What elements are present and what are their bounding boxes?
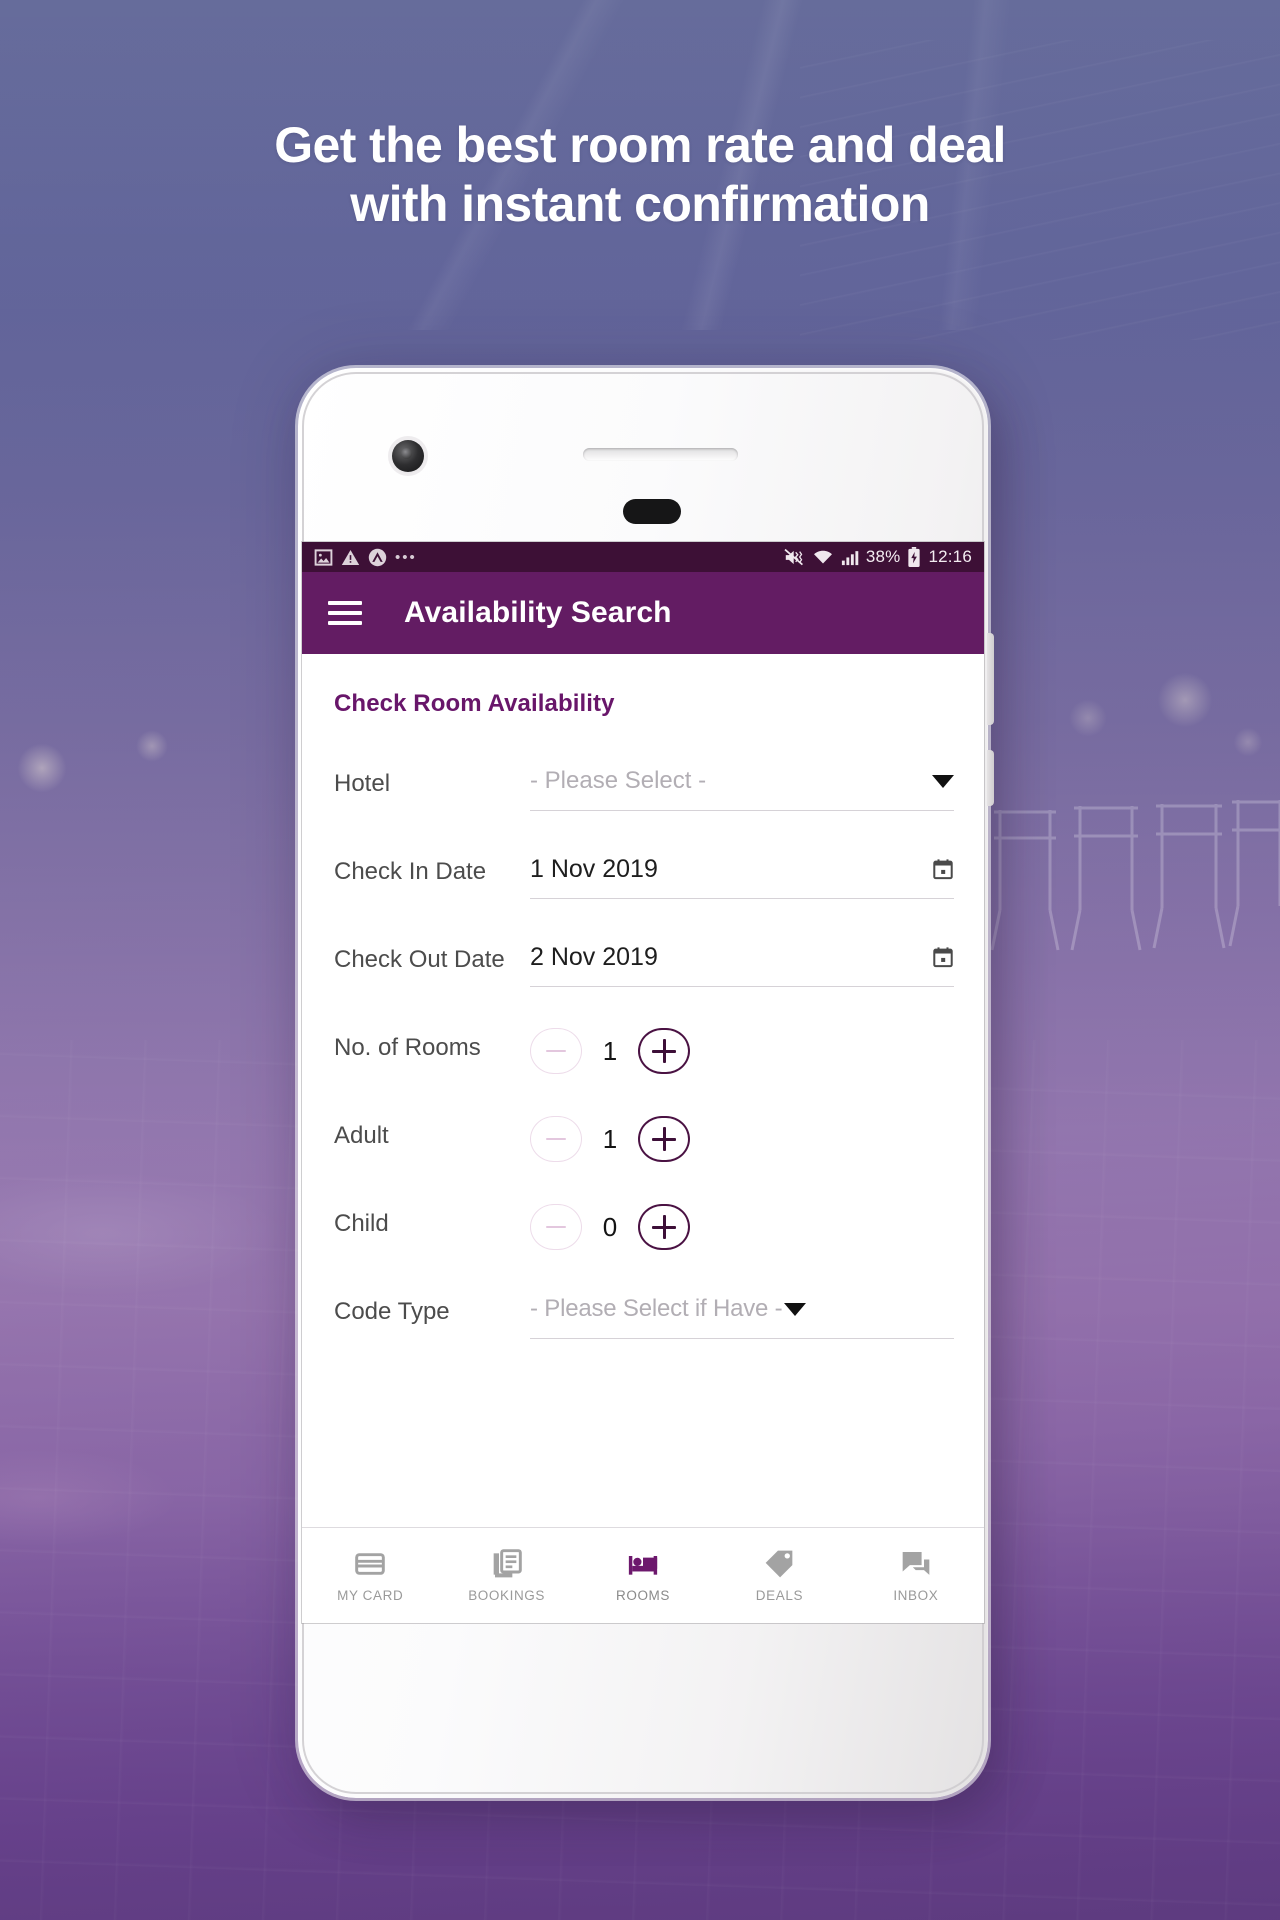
field-label-code-type: Code Type bbox=[334, 1298, 450, 1325]
battery-percent-label: 38% bbox=[865, 547, 901, 566]
status-bar-left: ••• bbox=[314, 548, 417, 567]
adult-increment-button[interactable] bbox=[638, 1116, 690, 1162]
sensor-pill bbox=[623, 499, 681, 524]
nav-label-rooms: ROOMS bbox=[616, 1588, 671, 1603]
chevron-down-icon bbox=[932, 774, 954, 788]
status-overflow-dots: ••• bbox=[395, 548, 417, 566]
nav-label-bookings: BOOKINGS bbox=[468, 1588, 546, 1603]
form-row-child: Child 0 bbox=[334, 1204, 954, 1282]
hotel-select[interactable]: - Please Select - bbox=[530, 764, 954, 811]
field-label-child: Child bbox=[334, 1210, 389, 1237]
phone-mockup: ••• 38% 12:16 Availability Search Check … bbox=[298, 368, 994, 1798]
adult-count-value: 1 bbox=[602, 1123, 618, 1154]
phone-screen: ••• 38% 12:16 Availability Search Check … bbox=[302, 542, 984, 1623]
form-row-hotel: Hotel - Please Select - bbox=[334, 764, 954, 842]
hotel-select-value: - Please Select - bbox=[530, 767, 707, 794]
credit-card-icon bbox=[355, 1553, 386, 1575]
rooms-count-value: 1 bbox=[602, 1035, 618, 1066]
nav-label-my-card: MY CARD bbox=[337, 1588, 404, 1603]
earpiece-speaker bbox=[583, 448, 738, 461]
nav-label-inbox: INBOX bbox=[893, 1588, 939, 1603]
code-type-select-value: - Please Select if Have - bbox=[530, 1295, 783, 1322]
clock-label: 12:16 bbox=[928, 547, 972, 566]
adult-stepper: 1 bbox=[530, 1116, 954, 1162]
caret-up-circle-icon bbox=[368, 548, 387, 566]
nav-item-my-card[interactable]: MY CARD bbox=[302, 1548, 438, 1603]
signal-bars-icon bbox=[841, 551, 859, 566]
rooms-decrement-button[interactable] bbox=[530, 1028, 582, 1074]
check-in-date-input[interactable]: 1 Nov 2019 bbox=[530, 852, 954, 899]
check-out-date-value: 2 Nov 2019 bbox=[530, 942, 658, 971]
image-icon bbox=[314, 548, 333, 566]
chat-icon bbox=[902, 1552, 930, 1575]
front-camera-icon bbox=[392, 440, 424, 472]
nav-item-rooms[interactable]: ROOMS bbox=[575, 1548, 711, 1603]
field-label-no-of-rooms: No. of Rooms bbox=[334, 1034, 481, 1061]
field-label-check-out-date: Check Out Date bbox=[334, 946, 505, 973]
check-out-date-input[interactable]: 2 Nov 2019 bbox=[530, 940, 954, 987]
child-stepper: 0 bbox=[530, 1204, 954, 1250]
field-label-check-in-date: Check In Date bbox=[334, 858, 487, 885]
bed-icon bbox=[628, 1556, 658, 1575]
app-bar: Availability Search bbox=[302, 572, 984, 654]
book-icon bbox=[493, 1549, 522, 1578]
status-bar: ••• 38% 12:16 bbox=[302, 542, 984, 572]
mute-vibrate-icon bbox=[784, 548, 803, 565]
background-chairs bbox=[990, 800, 1280, 951]
page-title: Get the best room rate and deal with ins… bbox=[0, 116, 1280, 234]
field-label-hotel: Hotel bbox=[334, 770, 391, 797]
chevron-down-icon bbox=[784, 1302, 807, 1316]
volume-button[interactable] bbox=[987, 750, 994, 806]
nav-label-deals: DEALS bbox=[755, 1588, 804, 1603]
form-row-adult: Adult 1 bbox=[334, 1116, 954, 1194]
form-row-check-out-date: Check Out Date 2 Nov 2019 bbox=[334, 940, 954, 1018]
form-row-code-type: Code Type - Please Select if Have - bbox=[334, 1292, 954, 1370]
battery-charging-icon bbox=[908, 547, 921, 567]
form-row-no-of-rooms: No. of Rooms 1 bbox=[334, 1028, 954, 1106]
nav-item-inbox[interactable]: INBOX bbox=[848, 1548, 984, 1603]
check-in-date-value: 1 Nov 2019 bbox=[530, 854, 658, 883]
nav-item-deals[interactable]: DEALS bbox=[711, 1548, 847, 1603]
power-button[interactable] bbox=[987, 633, 994, 725]
child-count-value: 0 bbox=[602, 1211, 618, 1242]
child-increment-button[interactable] bbox=[638, 1204, 690, 1250]
headline-line-1: Get the best room rate and deal bbox=[274, 117, 1006, 173]
status-bar-right: 38% 12:16 bbox=[784, 547, 972, 567]
calendar-icon[interactable] bbox=[932, 946, 954, 968]
child-decrement-button[interactable] bbox=[530, 1204, 582, 1250]
hamburger-icon[interactable] bbox=[328, 601, 362, 625]
warning-triangle-icon bbox=[341, 549, 360, 565]
wifi-icon bbox=[813, 550, 832, 564]
availability-search-form: Check Room Availability Hotel - Please S… bbox=[302, 654, 984, 1623]
form-row-check-in-date: Check In Date 1 Nov 2019 bbox=[334, 852, 954, 930]
app-bar-title: Availability Search bbox=[404, 596, 672, 629]
section-title: Check Room Availability bbox=[334, 690, 615, 717]
code-type-select[interactable]: - Please Select if Have - bbox=[530, 1292, 954, 1339]
calendar-icon[interactable] bbox=[932, 858, 954, 880]
tag-icon bbox=[766, 1550, 793, 1578]
headline-line-2: with instant confirmation bbox=[350, 176, 930, 232]
nav-item-bookings[interactable]: BOOKINGS bbox=[438, 1548, 574, 1603]
adult-decrement-button[interactable] bbox=[530, 1116, 582, 1162]
rooms-increment-button[interactable] bbox=[638, 1028, 690, 1074]
rooms-stepper: 1 bbox=[530, 1028, 954, 1074]
bottom-navigation-bar: MY CARD BOOKINGS ROOMS DEALS INBOX bbox=[302, 1527, 984, 1623]
field-label-adult: Adult bbox=[334, 1122, 389, 1149]
